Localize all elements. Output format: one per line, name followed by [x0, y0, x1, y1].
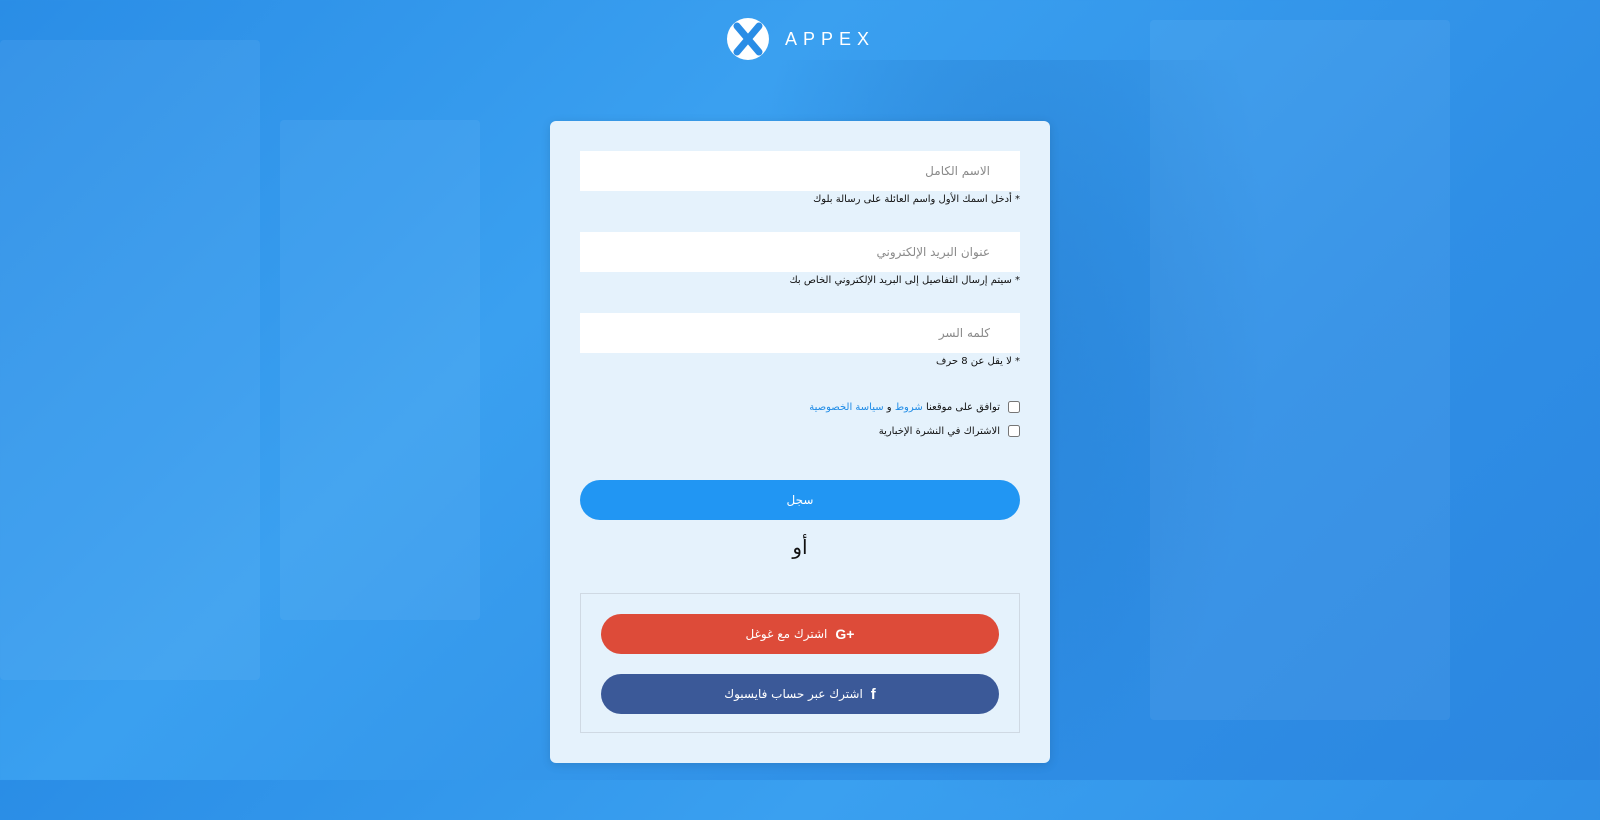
or-divider: أو [792, 535, 808, 559]
email-hint: * سيتم إرسال التفاصيل إلى البريد الإلكتر… [789, 275, 1020, 286]
password-field[interactable] [580, 313, 1020, 353]
agree-terms-label: توافق على موقعنا شروط و سياسة الخصوصية [809, 402, 1000, 413]
google-signup-label: اشترك مع غوغل [745, 627, 828, 641]
password-input[interactable] [580, 313, 1020, 353]
privacy-policy-link[interactable]: سياسة الخصوصية [809, 402, 883, 413]
facebook-icon: f [870, 685, 876, 703]
facebook-signup-button[interactable]: اشترك عبر حساب فايسبوك f [601, 674, 999, 714]
agree-prefix-text: توافق على موقعنا [925, 401, 1000, 413]
facebook-signup-label: اشترك عبر حساب فايسبوك [724, 687, 863, 701]
appex-x-logo-icon [726, 18, 769, 60]
agree-terms-checkbox[interactable] [1008, 401, 1020, 413]
full-name-field[interactable] [580, 151, 1020, 191]
agree-terms-row: توافق على موقعنا شروط و سياسة الخصوصية [809, 399, 1020, 415]
brand-header: APPEX [725, 16, 875, 62]
newsletter-label: الاشتراك في النشرة الإخبارية [878, 425, 1000, 437]
register-button-label: سجل [786, 493, 814, 507]
agree-and-text: و [886, 401, 892, 413]
password-hint: * لا يقل عن 8 حرف [935, 356, 1020, 367]
email-input[interactable] [580, 232, 1020, 272]
full-name-hint: * أدخل اسمك الأول واسم العائلة على رسالة… [813, 194, 1020, 205]
google-signup-button[interactable]: اشترك مع غوغل G+ [601, 614, 999, 654]
email-field[interactable] [580, 232, 1020, 272]
newsletter-checkbox[interactable] [1008, 425, 1020, 437]
brand-name: APPEX [784, 28, 876, 49]
register-button[interactable]: سجل [580, 480, 1020, 520]
newsletter-row: الاشتراك في النشرة الإخبارية [879, 423, 1020, 439]
social-signup-box: اشترك مع غوغل G+ اشترك عبر حساب فايسبوك … [580, 593, 1020, 733]
signup-card: * أدخل اسمك الأول واسم العائلة على رسالة… [550, 121, 1050, 763]
terms-link[interactable]: شروط [895, 402, 923, 413]
full-name-input[interactable] [580, 151, 1020, 191]
google-plus-icon: G+ [835, 626, 855, 642]
